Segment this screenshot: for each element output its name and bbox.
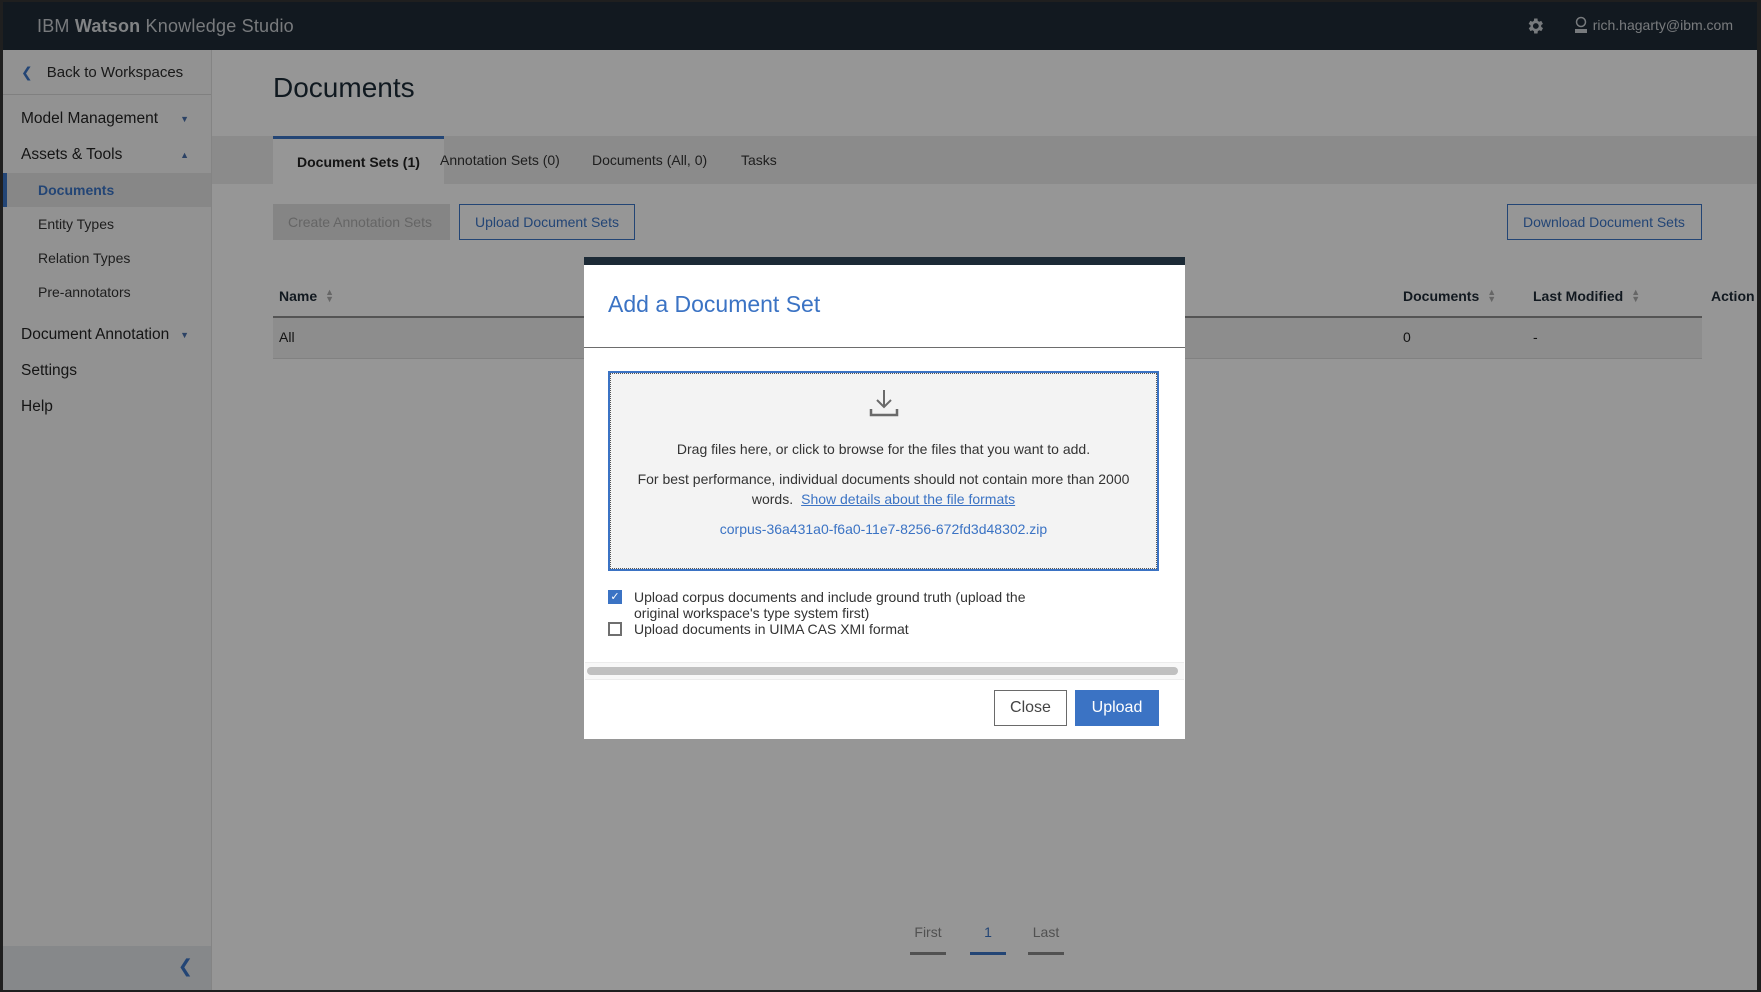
dropzone-instruction: Drag files here, or click to browse for … [676,441,1091,457]
horizontal-scrollbar[interactable] [585,662,1184,680]
button-label: Close [1010,699,1051,716]
dialog-title: Add a Document Set [608,291,821,317]
checkbox-unchecked[interactable] [608,622,622,636]
dropzone-note: For best performance, individual documen… [630,469,1137,509]
divider [584,347,1185,348]
file-dropzone[interactable]: Drag files here, or click to browse for … [608,371,1159,571]
close-button[interactable]: Close [994,690,1067,726]
option-ground-truth[interactable]: ✓ Upload corpus documents and include gr… [608,589,1074,621]
download-tray-icon [869,390,898,417]
file-formats-details-link[interactable]: Show details about the file formats [801,491,1015,507]
add-document-set-dialog: Add a Document Set Drag files here, or c… [584,257,1185,739]
checkbox-checked[interactable]: ✓ [608,590,622,604]
upload-button[interactable]: Upload [1075,690,1159,726]
selected-file-name: corpus-36a431a0-f6a0-11e7-8256-672fd3d48… [719,521,1048,537]
scrollbar-thumb[interactable] [587,667,1178,675]
option-label: Upload documents in UIMA CAS XMI format [634,621,909,637]
button-label: Upload [1091,699,1143,716]
option-label: Upload corpus documents and include grou… [634,589,1026,621]
option-uima-cas-xmi[interactable]: Upload documents in UIMA CAS XMI format [608,621,909,637]
app-window: IBM Watson Knowledge Studio rich.hagarty… [3,2,1757,990]
